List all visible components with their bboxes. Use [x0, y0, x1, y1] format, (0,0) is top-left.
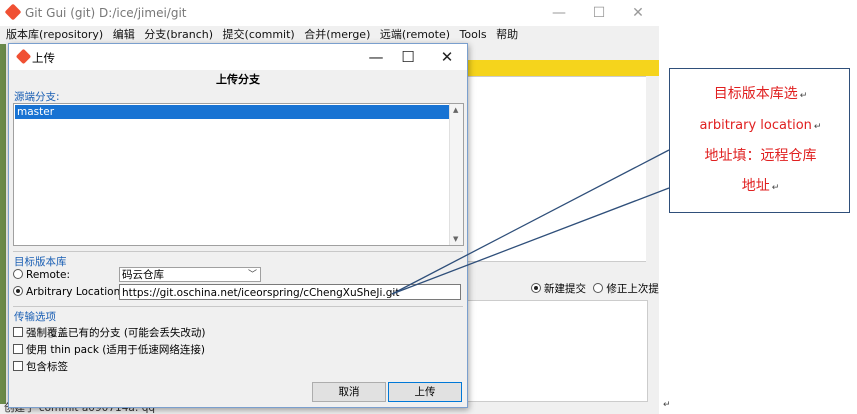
callout-line-1: 目标版本库选 ↵: [670, 85, 851, 105]
paragraph-mark-1: ↵: [799, 91, 808, 101]
connector-line-lower: [391, 187, 670, 295]
annotation-callout: 目标版本库选 ↵ arbitrary location ↵ 地址填：远程仓库 地址 ↵: [669, 68, 850, 213]
connector-line-upper: [391, 149, 670, 295]
callout-line-2: arbitrary location ↵: [670, 117, 851, 136]
paragraph-mark-4: ↵: [771, 183, 780, 193]
callout-line-3: 地址填：远程仓库: [670, 147, 851, 165]
paragraph-mark-2: ↵: [813, 122, 822, 132]
callout-line-1-text: 目标版本库选: [713, 86, 798, 102]
page-paragraph-mark: ↵: [663, 400, 671, 410]
callout-line-2-text: arbitrary location: [699, 118, 812, 133]
callout-line-3-text: 地址填：远程仓库: [704, 148, 817, 164]
callout-line-4: 地址 ↵: [670, 177, 851, 197]
callout-line-4-text: 地址: [741, 178, 770, 194]
